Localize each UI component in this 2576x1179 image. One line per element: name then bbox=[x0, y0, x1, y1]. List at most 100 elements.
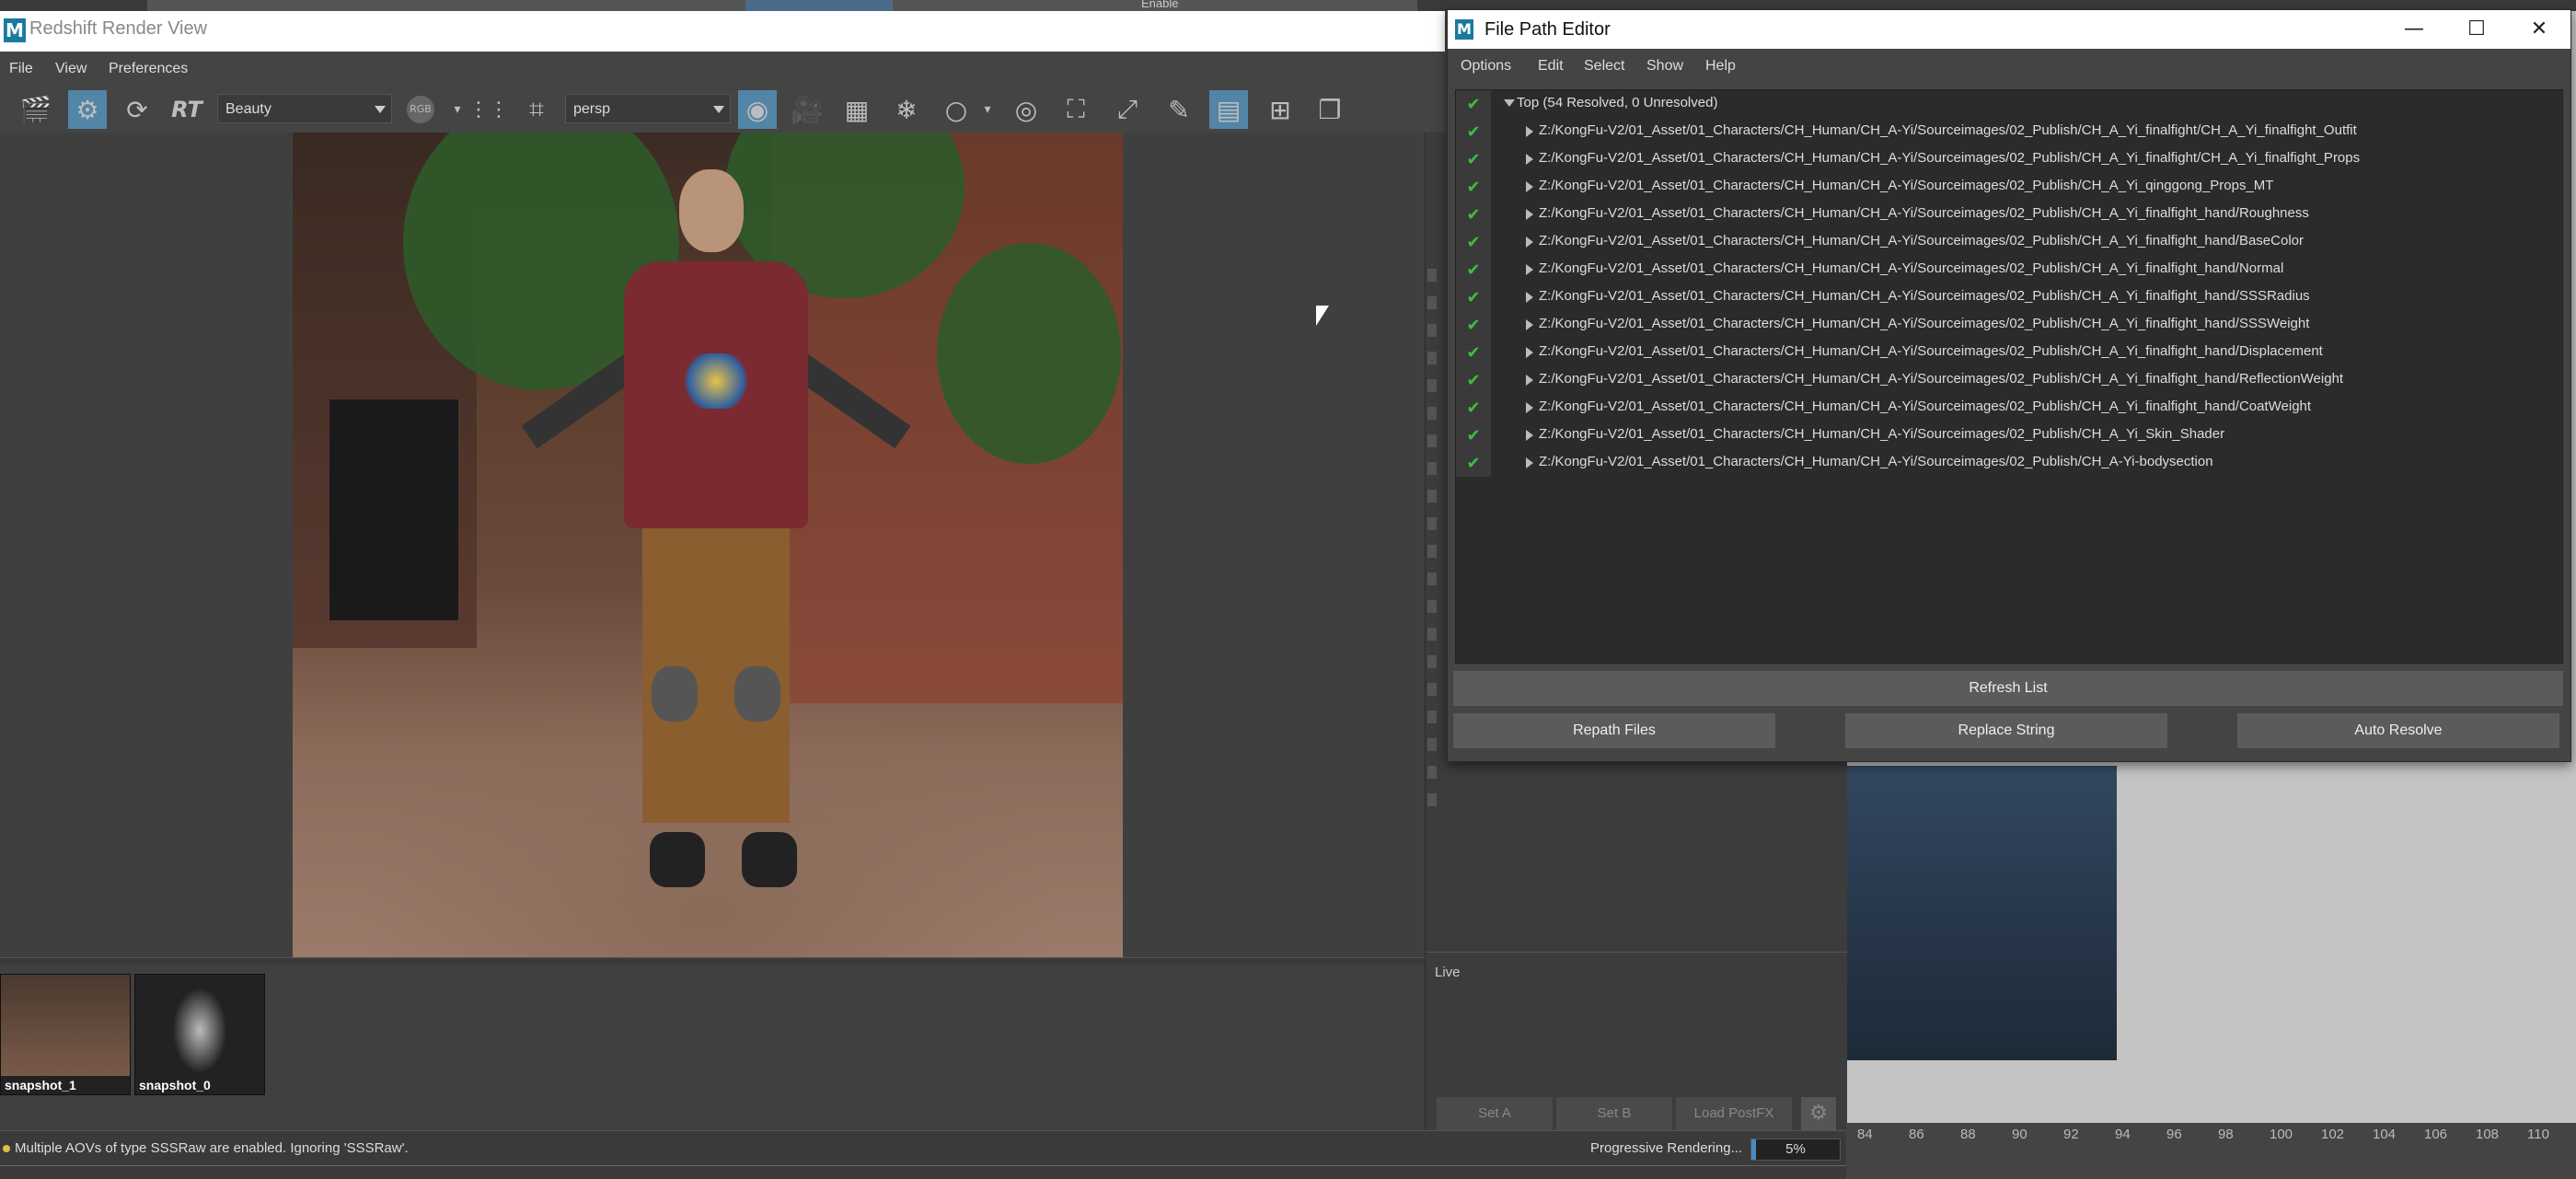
expand-closed-icon[interactable] bbox=[1526, 347, 1533, 358]
expand-closed-icon[interactable] bbox=[1526, 126, 1533, 137]
panel-handle[interactable] bbox=[1427, 766, 1437, 779]
snapshot-thumb[interactable]: snapshot_0 bbox=[134, 974, 265, 1095]
render-gear-icon[interactable]: ⚙ bbox=[68, 90, 107, 129]
tree-path-row[interactable]: ✔ Z:/KongFu-V2/01_Asset/01_Characters/CH_… bbox=[1456, 118, 2562, 145]
maya-app-icon: M bbox=[4, 18, 26, 42]
render-viewport[interactable] bbox=[0, 133, 1425, 957]
expand-closed-icon[interactable] bbox=[1526, 457, 1533, 468]
tree-root-row[interactable]: ✔ Top (54 Resolved, 0 Unresolved) bbox=[1456, 90, 2562, 118]
check-icon: ✔ bbox=[1456, 201, 1491, 228]
menu-edit[interactable]: Edit bbox=[1538, 58, 1564, 75]
lock-camera-icon[interactable]: ◉ bbox=[738, 90, 777, 129]
expand-closed-icon[interactable] bbox=[1526, 292, 1533, 303]
panel-handle[interactable] bbox=[1427, 517, 1437, 530]
crop-icon[interactable]: ⌗ bbox=[517, 90, 556, 129]
panel-handle[interactable] bbox=[1427, 628, 1437, 641]
snapshot-thumb[interactable]: snapshot_1 bbox=[0, 974, 131, 1095]
pen-icon[interactable]: ✎ bbox=[1160, 90, 1198, 129]
timeline[interactable]: 84 86 88 90 92 94 96 98 100 102 104 106 108 110 bbox=[1846, 1123, 2576, 1178]
panel-handle[interactable] bbox=[1427, 545, 1437, 558]
file-path-tree[interactable]: ✔ Top (54 Resolved, 0 Unresolved) ✔ Z:/Ko… bbox=[1455, 89, 2563, 664]
panel-handle[interactable] bbox=[1427, 352, 1437, 364]
expand-closed-icon[interactable] bbox=[1526, 402, 1533, 413]
rgb-channel-icon[interactable]: RGB bbox=[401, 90, 440, 129]
auto-resolve-button[interactable]: Auto Resolve bbox=[2237, 713, 2559, 748]
menu-preferences[interactable]: Preferences bbox=[109, 61, 188, 77]
gear-icon[interactable]: ⚙ bbox=[1801, 1097, 1836, 1130]
menu-help[interactable]: Help bbox=[1705, 58, 1736, 75]
refresh-icon[interactable]: ⟳ bbox=[118, 90, 156, 129]
aov-dropdown[interactable]: Beauty bbox=[217, 94, 392, 123]
snowflake-icon[interactable]: ❄ bbox=[887, 90, 926, 129]
minimize-icon[interactable]: — bbox=[2383, 12, 2445, 47]
expand-closed-icon[interactable] bbox=[1526, 181, 1533, 192]
close-icon[interactable]: ✕ bbox=[2508, 12, 2570, 47]
panel-handle[interactable] bbox=[1427, 572, 1437, 585]
repath-files-button[interactable]: Repath Files bbox=[1453, 713, 1775, 748]
expand-closed-icon[interactable] bbox=[1526, 237, 1533, 248]
panel-handle[interactable] bbox=[1427, 296, 1437, 309]
panel-handle[interactable] bbox=[1427, 600, 1437, 613]
rt-toggle-icon[interactable]: RT bbox=[167, 90, 206, 129]
tree-path-row[interactable]: ✔ Z:/KongFu-V2/01_Asset/01_Characters/CH_… bbox=[1456, 201, 2562, 228]
menu-select[interactable]: Select bbox=[1584, 58, 1624, 75]
tiles-grid-icon[interactable]: ▦ bbox=[837, 90, 876, 129]
file-path-editor-titlebar[interactable]: M File Path Editor — ☐ ✕ bbox=[1448, 10, 2570, 49]
set-a-button[interactable]: Set A bbox=[1437, 1097, 1553, 1130]
expand-closed-icon[interactable] bbox=[1526, 264, 1533, 275]
menu-view[interactable]: View bbox=[55, 61, 87, 77]
panel-handle[interactable] bbox=[1427, 407, 1437, 420]
tree-path-row[interactable]: ✔ Z:/KongFu-V2/01_Asset/01_Characters/CH_… bbox=[1456, 366, 2562, 394]
target-icon[interactable]: ◎ bbox=[1007, 90, 1045, 129]
panel-handle[interactable] bbox=[1427, 711, 1437, 723]
fit-icon[interactable]: ⤢ bbox=[1108, 90, 1147, 129]
circle-dropdown-arrow-icon[interactable]: ▾ bbox=[968, 90, 1007, 129]
expand-open-icon[interactable] bbox=[1504, 99, 1515, 107]
menu-show[interactable]: Show bbox=[1646, 58, 1683, 75]
set-b-button[interactable]: Set B bbox=[1556, 1097, 1672, 1130]
panel-handle[interactable] bbox=[1427, 269, 1437, 282]
frame-icon[interactable]: ⛶ bbox=[1057, 90, 1095, 129]
menu-file[interactable]: File bbox=[9, 61, 33, 77]
panel-handle[interactable] bbox=[1427, 462, 1437, 475]
expand-closed-icon[interactable] bbox=[1526, 430, 1533, 441]
expand-closed-icon[interactable] bbox=[1526, 375, 1533, 386]
maximize-icon[interactable]: ☐ bbox=[2445, 12, 2508, 47]
camera-dropdown[interactable]: persp bbox=[565, 94, 731, 123]
tree-path-row[interactable]: ✔ Z:/KongFu-V2/01_Asset/01_Characters/CH_… bbox=[1456, 228, 2562, 256]
timeline-tick-label: 106 bbox=[2424, 1127, 2448, 1142]
copy-icon[interactable]: ❐ bbox=[1311, 90, 1349, 129]
tree-path-row[interactable]: ✔ Z:/KongFu-V2/01_Asset/01_Characters/CH_… bbox=[1456, 449, 2562, 477]
panel-handle[interactable] bbox=[1427, 738, 1437, 751]
tree-path-row[interactable]: ✔ Z:/KongFu-V2/01_Asset/01_Characters/CH_… bbox=[1456, 256, 2562, 283]
refresh-list-button[interactable]: Refresh List bbox=[1453, 671, 2563, 706]
tree-path-row[interactable]: ✔ Z:/KongFu-V2/01_Asset/01_Characters/CH_… bbox=[1456, 173, 2562, 201]
panel-handle[interactable] bbox=[1427, 490, 1437, 503]
menu-options[interactable]: Options bbox=[1461, 58, 1511, 75]
replace-string-button[interactable]: Replace String bbox=[1845, 713, 2167, 748]
panel-handle[interactable] bbox=[1427, 683, 1437, 696]
time-ruler[interactable] bbox=[0, 1165, 1846, 1179]
load-postfx-button[interactable]: Load PostFX bbox=[1676, 1097, 1792, 1130]
clapperboard-icon[interactable]: 🎬 bbox=[17, 90, 55, 129]
tree-path-row[interactable]: ✔ Z:/KongFu-V2/01_Asset/01_Characters/CH_… bbox=[1456, 339, 2562, 366]
redshift-titlebar[interactable]: M Redshift Render View bbox=[0, 11, 1445, 52]
tree-path-row[interactable]: ✔ Z:/KongFu-V2/01_Asset/01_Characters/CH_… bbox=[1456, 422, 2562, 449]
panel-handle[interactable] bbox=[1427, 793, 1437, 806]
tree-path-row[interactable]: ✔ Z:/KongFu-V2/01_Asset/01_Characters/CH_… bbox=[1456, 145, 2562, 173]
tree-path-row[interactable]: ✔ Z:/KongFu-V2/01_Asset/01_Characters/CH_… bbox=[1456, 311, 2562, 339]
overlay-icon[interactable]: ▤ bbox=[1209, 90, 1248, 129]
tree-path-row[interactable]: ✔ Z:/KongFu-V2/01_Asset/01_Characters/CH_… bbox=[1456, 283, 2562, 311]
expand-closed-icon[interactable] bbox=[1526, 319, 1533, 330]
video-camera-icon[interactable]: 🎥 bbox=[788, 90, 826, 129]
expand-closed-icon[interactable] bbox=[1526, 154, 1533, 165]
tree-path-row[interactable]: ✔ Z:/KongFu-V2/01_Asset/01_Characters/CH_… bbox=[1456, 394, 2562, 422]
panel-handle[interactable] bbox=[1427, 324, 1437, 337]
expand-closed-icon[interactable] bbox=[1526, 209, 1533, 220]
panel-handle[interactable] bbox=[1427, 379, 1437, 392]
tree-path-label: Z:/KongFu-V2/01_Asset/01_Characters/CH_H… bbox=[1539, 178, 2274, 193]
panel-handle[interactable] bbox=[1427, 434, 1437, 447]
add-snapshot-icon[interactable]: ⊞ bbox=[1261, 90, 1300, 129]
grid-dots-icon[interactable]: ⋮⋮ bbox=[468, 90, 509, 129]
panel-handle[interactable] bbox=[1427, 655, 1437, 668]
